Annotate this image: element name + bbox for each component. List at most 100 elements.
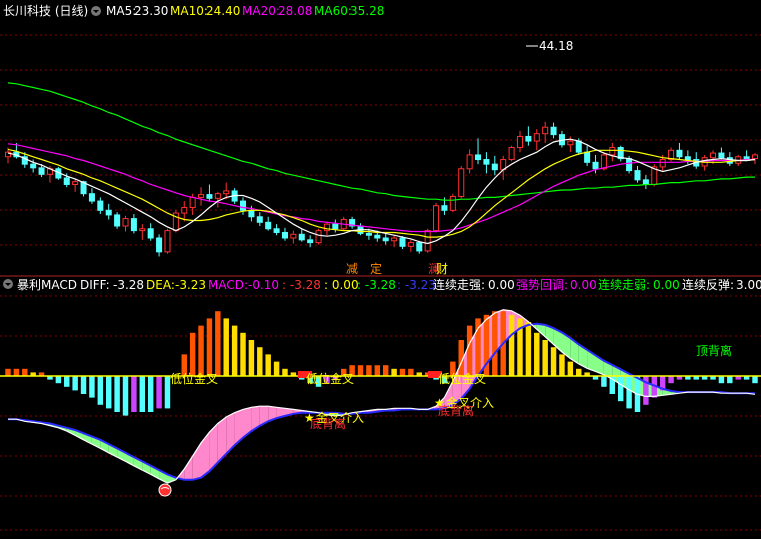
candle-body xyxy=(130,218,137,232)
candle-body xyxy=(424,230,431,252)
stock-chart[interactable]: 长川科技 (日线) MA5: 23.30 MA10: 24.40 MA20: 2… xyxy=(0,0,761,539)
annotation-top-divergence: 顶背离 xyxy=(696,343,732,358)
macd-bar xyxy=(718,376,725,384)
macd-bar xyxy=(567,361,574,376)
ma60-value: 35.28 xyxy=(350,4,384,18)
macd-bar xyxy=(752,376,758,384)
candle-body xyxy=(114,214,121,227)
candle-body xyxy=(600,154,607,170)
macd-bar xyxy=(240,332,246,376)
high-marker: 44.18 xyxy=(539,39,573,53)
macd-bar xyxy=(89,376,95,398)
macd-bar xyxy=(525,322,532,376)
macd-bar xyxy=(131,376,137,412)
candle-body xyxy=(164,230,171,253)
macd-bar xyxy=(617,376,624,402)
candle-body xyxy=(491,163,498,171)
extra-value-1: : -3.28 xyxy=(282,278,321,292)
lxfd-value: 3.00 xyxy=(736,278,761,292)
annotation-low-golden-cross-1: 低位金叉 xyxy=(170,371,218,386)
marker-jian: 减 xyxy=(346,262,358,276)
macd-bar xyxy=(122,376,129,416)
candle-body xyxy=(676,149,683,158)
macd-bar xyxy=(357,365,364,376)
qshd-label: 强势回调: xyxy=(516,278,568,292)
candle-body xyxy=(298,233,305,241)
macd-bar xyxy=(492,311,498,376)
candle-body xyxy=(332,223,339,230)
candle-body xyxy=(441,205,448,211)
macd-bar xyxy=(55,376,62,384)
macd-bar xyxy=(399,368,406,376)
candle-body xyxy=(542,126,549,135)
macd-bar xyxy=(5,368,11,376)
marker-cai: 财 xyxy=(436,262,448,276)
macd-bar xyxy=(601,376,607,387)
ma20-label: MA20: xyxy=(242,4,280,18)
candle-body xyxy=(281,231,288,239)
candle-body xyxy=(416,242,423,252)
candle-body xyxy=(684,156,691,161)
candle-body xyxy=(449,195,456,211)
candle-body xyxy=(525,135,532,142)
candle-body xyxy=(567,140,574,146)
ma5-value: 23.30 xyxy=(134,4,168,18)
macd-bar xyxy=(727,376,733,384)
candle-body xyxy=(533,133,540,142)
macd-bar xyxy=(189,332,196,376)
ma60-label: MA60: xyxy=(314,4,352,18)
candle-body xyxy=(323,223,330,232)
macd-bar xyxy=(156,376,162,409)
macd-bar xyxy=(114,376,120,412)
macd-histogram xyxy=(5,311,758,416)
macd-bar xyxy=(273,361,280,376)
diff-label: DIFF: xyxy=(80,278,110,292)
candle-body xyxy=(290,233,297,239)
ma10-value: 24.40 xyxy=(206,4,240,18)
macd-bar xyxy=(626,376,632,409)
candle-body xyxy=(307,239,314,244)
macd-bar xyxy=(223,318,229,376)
candle-body xyxy=(72,181,79,185)
annotation-bottom-divergence-2: 底背离 xyxy=(438,403,474,418)
candle-body xyxy=(407,242,414,247)
macd-bar xyxy=(257,347,263,376)
candle-body xyxy=(592,161,599,170)
macd-value: -0.10 xyxy=(248,278,279,292)
candle-body xyxy=(399,237,406,247)
candle-body xyxy=(458,168,465,197)
diff-dea-fill-segment xyxy=(201,432,210,478)
macd-bar xyxy=(550,347,557,376)
macd-bar xyxy=(576,368,582,376)
candle-body xyxy=(475,154,482,161)
macd-bar xyxy=(231,325,238,376)
candle-body xyxy=(374,234,381,239)
macd-bar xyxy=(265,354,271,376)
candle-body xyxy=(38,167,45,175)
macd-bar xyxy=(198,325,204,376)
macd-bar xyxy=(206,318,213,376)
candle-body xyxy=(751,154,759,160)
macd-bar xyxy=(72,376,78,391)
macd-bar xyxy=(466,325,473,376)
macd-bar xyxy=(139,376,146,412)
annotation-bottom-divergence-1: 底背离 xyxy=(310,416,346,431)
candle-body xyxy=(743,156,750,160)
candle-body xyxy=(97,200,104,211)
extra-value-2: : 0.00 xyxy=(324,278,359,292)
macd-bar xyxy=(559,354,565,376)
candle-body xyxy=(508,147,515,161)
macd-bar xyxy=(13,368,20,376)
stock-title: 长川科技 (日线) xyxy=(3,4,88,18)
candle-body xyxy=(147,228,154,239)
candle-body xyxy=(256,216,263,223)
qshd-value: 0.00 xyxy=(570,278,597,292)
indicator-name: 暴利MACD xyxy=(17,278,77,292)
candle-body xyxy=(248,209,255,218)
candle-body xyxy=(718,152,725,159)
ma10-label: MA10: xyxy=(170,4,208,18)
macd-bar xyxy=(64,376,70,387)
candle-body xyxy=(189,196,196,209)
candle-body xyxy=(516,135,524,149)
macd-bar xyxy=(408,368,414,376)
